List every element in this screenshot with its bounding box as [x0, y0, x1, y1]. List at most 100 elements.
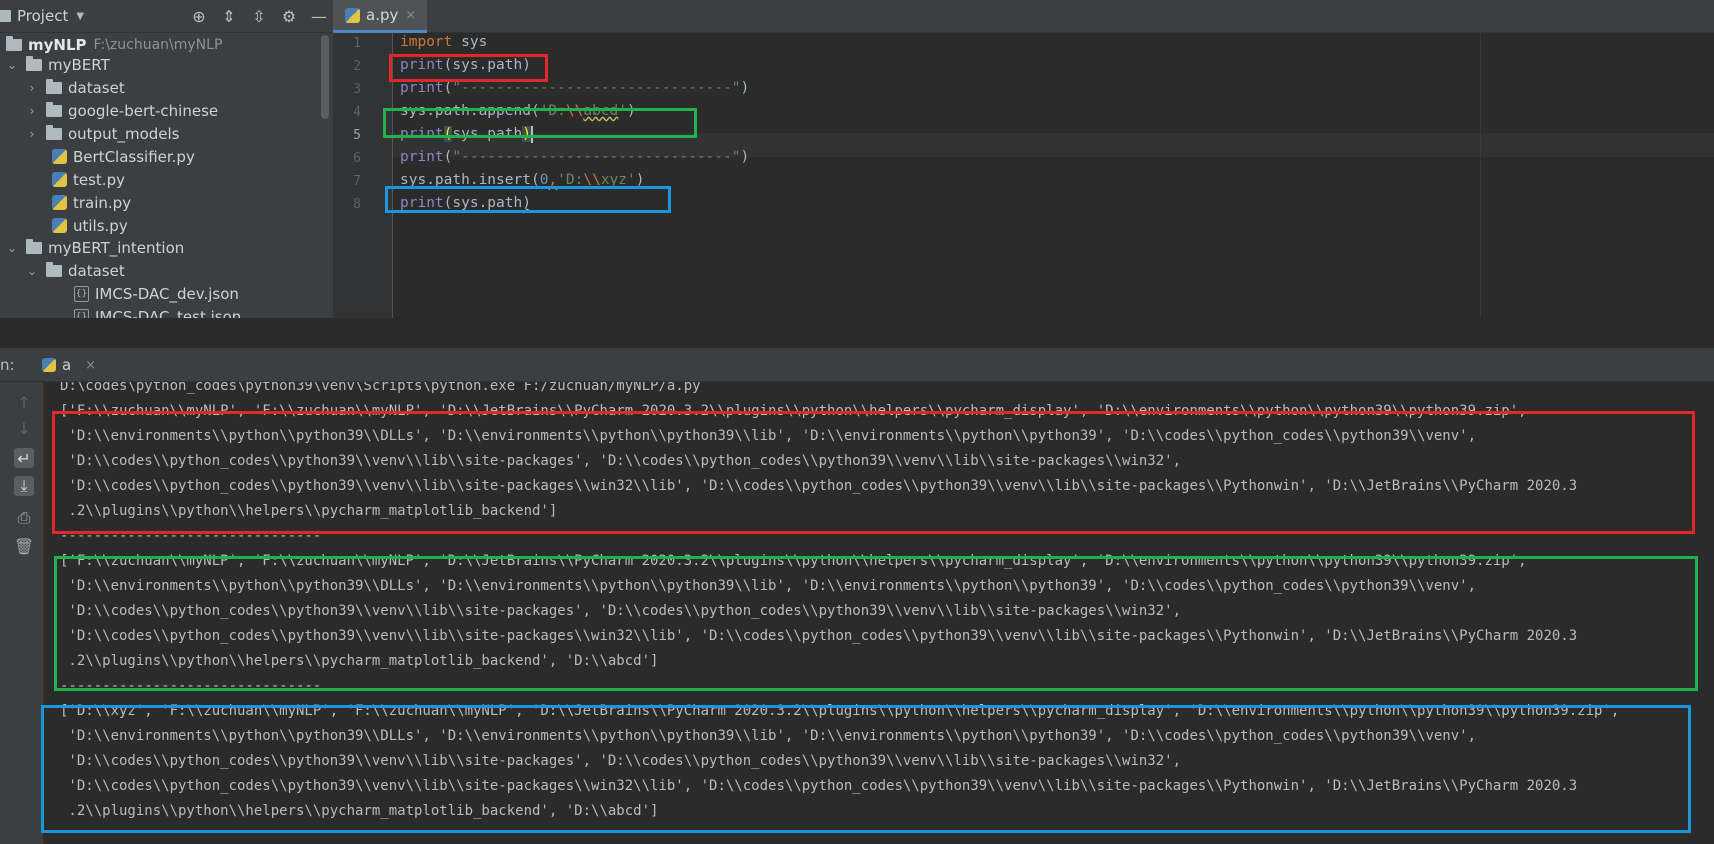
console-line: .2\\plugins\\python\\helpers\\pycharm_ma… — [60, 503, 558, 519]
console-line: D:\codes\python_codes\python39\venv\Scri… — [60, 382, 701, 394]
tree-item-test-py[interactable]: test.py — [52, 168, 125, 191]
token-keyword: import — [400, 34, 453, 50]
python-file-icon — [52, 149, 67, 164]
project-panel-title[interactable]: Project — [17, 7, 68, 25]
console-line: 'D:\\codes\\python_codes\\python39\\venv… — [60, 778, 1578, 794]
tree-item-dataset[interactable]: › dataset — [26, 76, 125, 99]
token-paren-match: ) — [522, 126, 531, 142]
tree-item-dataset-intention[interactable]: ⌄ dataset — [26, 259, 125, 282]
trash-icon[interactable]: 🗑 — [14, 536, 34, 556]
run-tab-a[interactable]: a × — [36, 348, 102, 382]
tree-item-label: utils.py — [73, 216, 128, 235]
token-text: ) — [740, 80, 750, 96]
tree-vertical-scrollbar[interactable] — [321, 35, 329, 119]
run-tab-label: a — [62, 356, 72, 374]
run-side-toolbar: ↑ ↓ ↵ ⤓ ⎙ 🗑 — [0, 382, 44, 844]
right-margin-guide — [1480, 33, 1481, 318]
close-icon[interactable]: × — [85, 358, 96, 373]
token-string: xyz' — [600, 172, 636, 188]
tree-item-label: myBERT_intention — [48, 238, 185, 257]
tree-item-mybert-intention[interactable]: ⌄ myBERT_intention — [6, 236, 184, 259]
scroll-to-end-icon[interactable]: ⤓ — [14, 476, 34, 496]
token-string: abcd — [583, 103, 619, 119]
line-number: 6 — [353, 151, 361, 166]
token-builtin: print — [400, 195, 444, 211]
tree-item-mybert[interactable]: ⌄ myBERT — [6, 53, 110, 76]
close-icon[interactable]: × — [405, 8, 416, 23]
token-escape: \\ — [565, 103, 584, 119]
code-line-8: print(sys.path) — [400, 191, 531, 215]
chevron-right-icon[interactable]: › — [26, 81, 38, 95]
console-separator: ------------------------------- — [60, 528, 322, 544]
token-string: 'D: — [557, 172, 584, 188]
line-number: 1 — [353, 36, 361, 51]
code-line-3: print("-------------------------------") — [400, 76, 749, 100]
code-line-4: sys.path.append('D:\\abcd') — [400, 99, 636, 123]
tree-item-label: google-bert-chinese — [68, 101, 219, 120]
run-console[interactable]: D:\codes\python_codes\python39\venv\Scri… — [44, 382, 1714, 844]
tree-item-google-bert-chinese[interactable]: › google-bert-chinese — [26, 99, 218, 122]
folder-icon — [46, 78, 62, 94]
token-text: sys — [452, 34, 488, 50]
line-number: 5 — [353, 128, 361, 143]
code-editor[interactable]: import sys print(sys.path) print("------… — [393, 33, 1714, 318]
chevron-down-icon[interactable]: ⌄ — [6, 58, 18, 72]
folder-icon — [26, 55, 42, 71]
console-line: ['F:\\zuchuan\\myNLP', 'F:\\zuchuan\\myN… — [60, 403, 1527, 419]
tree-item-output-models[interactable]: › output_models — [26, 122, 180, 145]
tree-item-label: IMCS-DAC_dev.json — [95, 284, 239, 303]
console-line: 'D:\\codes\\python_codes\\python39\\venv… — [60, 453, 1182, 469]
soft-wrap-icon[interactable]: ↵ — [14, 448, 34, 468]
token-string: "-------------------------------" — [452, 149, 741, 165]
expand-all-icon[interactable]: ⇕ — [219, 7, 239, 27]
locate-icon[interactable]: ⊕ — [189, 7, 209, 27]
tree-item-utils-py[interactable]: utils.py — [52, 214, 128, 237]
tree-item-bertclassifier-py[interactable]: BertClassifier.py — [52, 145, 195, 168]
gear-icon[interactable]: ⚙ — [279, 7, 299, 27]
python-file-icon — [52, 218, 67, 233]
folder-icon — [46, 261, 62, 277]
tab-a-py[interactable]: a.py × — [333, 0, 427, 33]
console-line: ['D:\\xyz', 'F:\\zuchuan\\myNLP', 'F:\\z… — [60, 703, 1620, 719]
token-text: sys.path — [452, 126, 523, 142]
chevron-down-icon[interactable]: ▼ — [76, 11, 84, 22]
line-number: 3 — [353, 82, 361, 97]
project-toolbar: ⊕ ⇕ ⇳ ⚙ — — [189, 0, 329, 33]
token-string: 'D: — [539, 103, 566, 119]
token-text: sys.path.append( — [400, 103, 540, 119]
tree-item-imcs-dac-dev-json[interactable]: {} IMCS-DAC_dev.json — [74, 282, 239, 305]
arrow-down-icon[interactable]: ↓ — [14, 418, 34, 438]
print-icon[interactable]: ⎙ — [14, 508, 34, 528]
line-number: 8 — [353, 197, 361, 212]
chevron-down-icon[interactable]: ⌄ — [26, 264, 38, 278]
token-builtin: print — [400, 126, 444, 142]
tree-item-label: dataset — [68, 261, 125, 280]
arrow-up-icon[interactable]: ↑ — [14, 392, 34, 412]
project-panel-header: Project ▼ ⊕ ⇕ ⇳ ⚙ — — [0, 0, 333, 33]
token-text: (sys.path — [443, 195, 523, 211]
python-file-icon — [42, 358, 56, 372]
json-file-icon: {} — [74, 285, 89, 302]
chevron-right-icon[interactable]: › — [26, 104, 38, 118]
token-string: ' — [618, 103, 628, 119]
tree-item-label: myBERT — [48, 55, 110, 74]
tab-label: a.py — [366, 6, 399, 24]
line-number: 4 — [353, 105, 361, 120]
token-text: (sys.path) — [443, 57, 531, 73]
console-line: .2\\plugins\\python\\helpers\\pycharm_ma… — [60, 803, 659, 819]
collapse-all-icon[interactable]: ⇳ — [249, 7, 269, 27]
code-line-5: print(sys.path) — [400, 122, 533, 146]
token-string: "-------------------------------" — [452, 80, 741, 96]
project-icon — [0, 10, 11, 22]
folder-icon — [6, 35, 22, 51]
chevron-down-icon[interactable]: ⌄ — [6, 241, 18, 255]
chevron-right-icon[interactable]: › — [26, 127, 38, 141]
console-line: 'D:\\codes\\python_codes\\python39\\venv… — [60, 628, 1578, 644]
code-line-6: print("-------------------------------") — [400, 145, 749, 169]
tree-item-train-py[interactable]: train.py — [52, 191, 131, 214]
minimize-icon[interactable]: — — [309, 7, 329, 27]
token-text: ) — [627, 103, 636, 119]
panel-splitter[interactable] — [0, 318, 1714, 348]
console-line: 'D:\\codes\\python_codes\\python39\\venv… — [60, 753, 1182, 769]
token-builtin: print — [400, 80, 444, 96]
